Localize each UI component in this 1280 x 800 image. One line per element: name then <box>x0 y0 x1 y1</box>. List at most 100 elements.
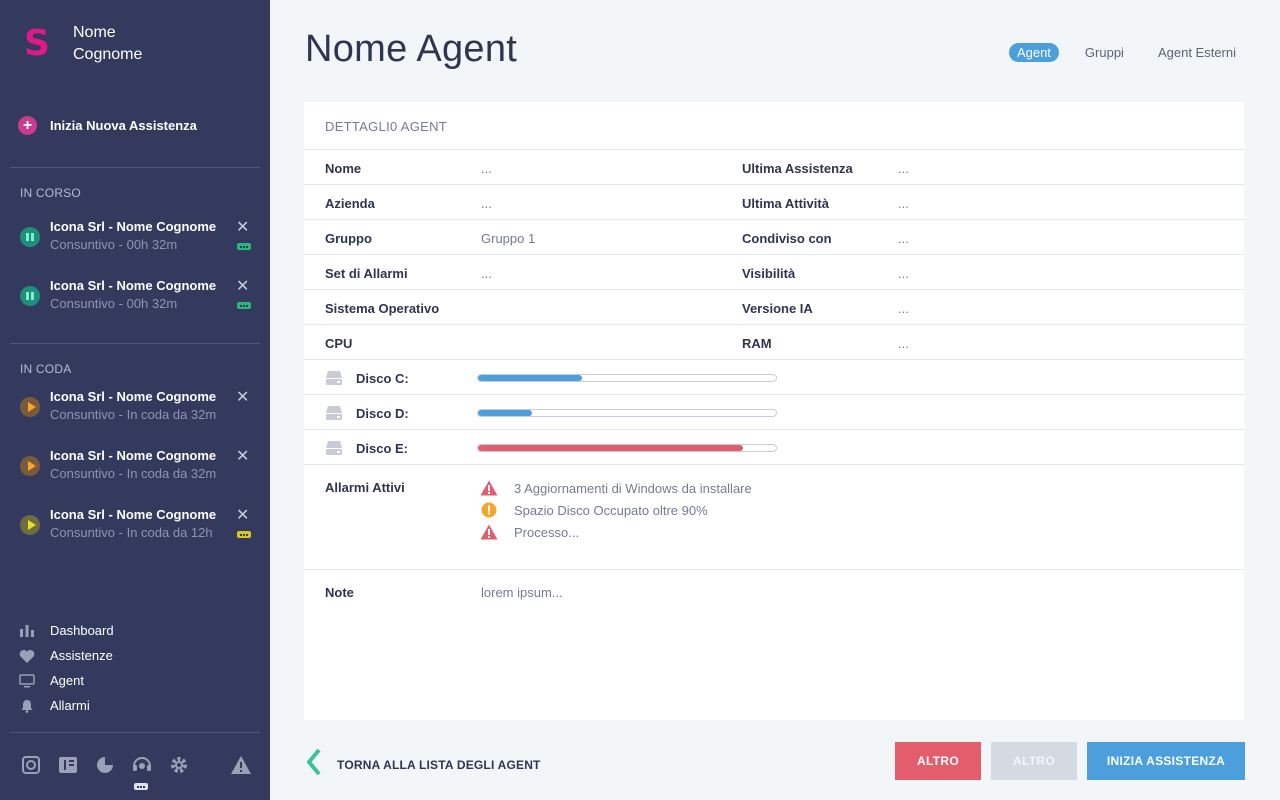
close-icon[interactable]: ✕ <box>236 387 249 407</box>
field-label: Ultima Assistenza <box>742 161 853 176</box>
alarm-text: 3 Aggiornamenti di Windows da installare <box>514 480 752 496</box>
field-label: Ultima Attività <box>742 196 829 211</box>
alarm-text: Processo... <box>514 524 580 540</box>
field-label: Condiviso con <box>742 231 832 246</box>
nav-label: Agent <box>50 673 84 688</box>
alarm-text: Spazio Disco Occupato oltre 90% <box>514 502 708 518</box>
disk-row: Disco E: <box>304 430 1244 465</box>
disk-usage-bar <box>477 444 777 452</box>
ticket-item[interactable]: Icona Srl - Nome Cognome Consuntivo - 00… <box>18 276 258 316</box>
new-assist-label: Inizia Nuova Assistenza <box>50 118 197 133</box>
more-icon[interactable] <box>237 243 251 250</box>
alarm-item[interactable]: Spazio Disco Occupato oltre 90% <box>480 499 752 521</box>
user-profile[interactable]: S Nome Cognome <box>24 22 142 66</box>
field-value: ... <box>481 161 492 176</box>
field-label: Note <box>325 585 354 600</box>
field-label: Sistema Operativo <box>325 301 440 316</box>
nav-item-dashboard[interactable]: Dashboard <box>18 618 114 643</box>
pause-icon[interactable] <box>20 227 40 247</box>
nav-label: Allarmi <box>50 698 90 713</box>
field-label: Set di Allarmi <box>325 266 408 281</box>
detail-row: Gruppo Gruppo 1 Condiviso con ... <box>304 220 1244 255</box>
ticket-subtitle: Consuntivo - In coda da 32m <box>50 466 217 481</box>
close-icon[interactable]: ✕ <box>236 217 249 237</box>
field-label: Versione IA <box>742 301 813 316</box>
more-icon[interactable] <box>237 531 251 538</box>
tab-gruppi[interactable]: Gruppi <box>1077 43 1132 62</box>
close-icon[interactable]: ✕ <box>236 505 249 525</box>
back-label: TORNA ALLA LISTA DEGLI AGENT <box>337 757 541 772</box>
disk-usage-bar <box>477 409 777 417</box>
divider <box>10 732 260 733</box>
close-icon[interactable]: ✕ <box>236 276 249 296</box>
agent-detail-card: DETTAGLI0 AGENT Nome ... Ultima Assisten… <box>304 102 1244 720</box>
gear-icon[interactable] <box>168 754 190 776</box>
heart-icon <box>18 648 36 664</box>
user-first-name: Nome <box>73 24 116 41</box>
play-icon[interactable] <box>20 456 40 476</box>
user-last-name: Cognome <box>73 46 143 63</box>
altro-disabled-button[interactable]: ALTRO <box>991 742 1077 780</box>
field-label: Visibilità <box>742 266 796 281</box>
card-heading: DETTAGLI0 AGENT <box>304 102 1244 150</box>
ticket-item[interactable]: Icona Srl - Nome Cognome Consuntivo - 00… <box>18 217 258 257</box>
monitor-icon <box>18 673 36 689</box>
ticket-item[interactable]: Icona Srl - Nome Cognome Consuntivo - In… <box>18 505 258 545</box>
sidebar: S Nome Cognome + Inizia Nuova Assistenza… <box>0 0 270 800</box>
field-value: Gruppo 1 <box>481 231 536 246</box>
back-to-agents-link[interactable]: TORNA ALLA LISTA DEGLI AGENT <box>305 748 541 781</box>
alarm-list: 3 Aggiornamenti di Windows da installare… <box>480 477 752 543</box>
play-icon[interactable] <box>20 397 40 417</box>
ticket-title: Icona Srl - Nome Cognome <box>50 448 217 463</box>
close-icon[interactable]: ✕ <box>236 446 249 466</box>
tab-agent[interactable]: Agent <box>1008 43 1059 62</box>
chevron-left-icon <box>305 748 323 781</box>
ticket-subtitle: Consuntivo - In coda da 12h <box>50 525 213 540</box>
divider <box>10 167 260 168</box>
field-value: ... <box>898 301 909 316</box>
disk-row: Disco D: <box>304 395 1244 430</box>
detail-row: CPU RAM ... <box>304 325 1244 360</box>
field-value: ... <box>481 196 492 211</box>
more-icon[interactable] <box>134 783 148 790</box>
more-icon[interactable] <box>237 302 251 309</box>
camera-icon[interactable] <box>20 754 42 776</box>
nav-item-allarmi[interactable]: Allarmi <box>18 693 114 718</box>
user-name: Nome Cognome <box>73 22 142 66</box>
contacts-icon[interactable] <box>57 754 79 776</box>
plus-icon: + <box>18 116 37 135</box>
disk-usage-bar <box>477 374 777 382</box>
ticket-title: Icona Srl - Nome Cognome <box>50 219 217 234</box>
nav-item-agent[interactable]: Agent <box>18 668 114 693</box>
main-nav: Dashboard Assistenze Agent Allarmi <box>18 618 114 718</box>
tab-agent-esterni[interactable]: Agent Esterni <box>1150 43 1244 62</box>
ticket-item[interactable]: Icona Srl - Nome Cognome Consuntivo - In… <box>18 446 258 486</box>
ticket-title: Icona Srl - Nome Cognome <box>50 389 217 404</box>
brand-logo: S <box>24 23 50 64</box>
main-content: Nome Agent Agent Gruppi Agent Esterni DE… <box>270 0 1280 800</box>
field-label: Gruppo <box>325 231 372 246</box>
ticket-title: Icona Srl - Nome Cognome <box>50 278 217 293</box>
notes-value[interactable]: lorem ipsum... <box>481 585 563 600</box>
alarm-item[interactable]: 3 Aggiornamenti di Windows da installare <box>480 477 752 499</box>
alarm-item[interactable]: Processo... <box>480 521 752 543</box>
nav-item-assistenze[interactable]: Assistenze <box>18 643 114 668</box>
field-label: RAM <box>742 336 772 351</box>
pause-icon[interactable] <box>20 286 40 306</box>
top-tabs: Agent Gruppi Agent Esterni <box>1008 43 1244 62</box>
hard-drive-icon <box>325 405 343 421</box>
headset-icon[interactable] <box>131 754 153 776</box>
altro-button[interactable]: ALTRO <box>895 742 981 780</box>
new-assist-button[interactable]: + Inizia Nuova Assistenza <box>18 116 197 135</box>
warning-icon[interactable] <box>230 754 252 776</box>
notes-section: Note lorem ipsum... <box>304 570 1244 670</box>
hard-drive-icon <box>325 440 343 456</box>
pie-chart-icon[interactable] <box>94 754 116 776</box>
start-assist-button[interactable]: INIZIA ASSISTENZA <box>1087 742 1245 780</box>
ticket-item[interactable]: Icona Srl - Nome Cognome Consuntivo - In… <box>18 387 258 427</box>
disk-label: Disco D: <box>356 406 409 421</box>
ticket-subtitle: Consuntivo - In coda da 32m <box>50 407 217 422</box>
detail-row: Nome ... Ultima Assistenza ... <box>304 150 1244 185</box>
play-icon[interactable] <box>20 515 40 535</box>
warning-triangle-icon <box>480 524 498 540</box>
